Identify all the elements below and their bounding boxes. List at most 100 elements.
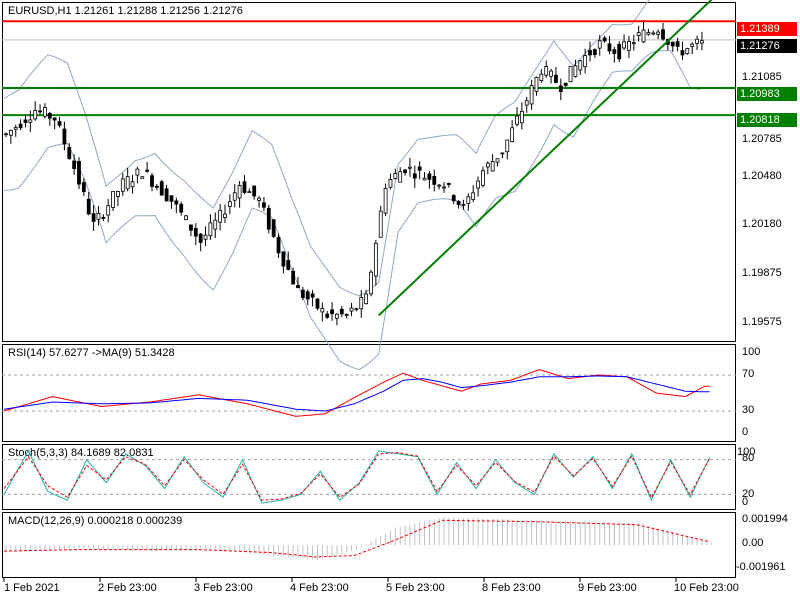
candle-body (422, 177, 427, 181)
candle-body (373, 242, 378, 277)
candle-body (154, 185, 159, 188)
candle-body (690, 43, 695, 47)
series-line-main (3, 449, 711, 504)
candle-body (223, 213, 227, 218)
time-axis-label: 8 Feb 23:00 (482, 582, 541, 594)
candle-body (335, 313, 339, 319)
candle-body (617, 43, 622, 60)
candle-body (485, 162, 490, 168)
candle-body (364, 293, 369, 305)
candle-body (286, 260, 291, 270)
candle-body (685, 48, 690, 54)
candle-body (291, 270, 296, 285)
candle-body (28, 119, 33, 123)
candle-body (315, 298, 320, 309)
price-axis-label: 1.19575 (742, 316, 782, 328)
current-price-tag: 1.21276 (737, 39, 797, 53)
candle-body (383, 187, 388, 214)
candle-body (495, 158, 500, 163)
candle-body (300, 289, 305, 299)
candle-body (252, 185, 257, 197)
candle-body (554, 74, 558, 83)
rsi-axis-label: 30 (742, 404, 755, 416)
candle-body (563, 82, 568, 86)
candle-body (408, 166, 412, 169)
time-axis-label: 1 Feb 2021 (4, 582, 60, 594)
candle-body (627, 41, 631, 51)
candle-body (18, 123, 23, 129)
candle-body (47, 112, 52, 119)
candle-body (476, 180, 480, 189)
candle-body (588, 50, 592, 56)
time-axis-label: 10 Feb 23:00 (674, 582, 739, 594)
time-axis-label: 5 Feb 23:00 (386, 582, 445, 594)
candle-body (393, 173, 398, 179)
candle-body (481, 170, 485, 186)
candle-body (524, 100, 529, 106)
stoch-axis-label: 0 (742, 496, 749, 508)
candle-body (57, 121, 62, 126)
price-axis-label: 1.21085 (742, 71, 782, 83)
candle-body (140, 176, 145, 179)
candle-body (339, 308, 344, 315)
candle-body (349, 307, 354, 312)
candle-body (91, 213, 96, 222)
candle-body (558, 85, 563, 93)
candle-body (505, 139, 510, 153)
price-axis-label: 1.20180 (742, 218, 782, 230)
candle-body (23, 119, 28, 123)
candle-body (631, 42, 636, 45)
candle-body (461, 203, 466, 206)
candle-body (344, 314, 349, 316)
candle-body (680, 50, 685, 56)
candle-body (700, 40, 704, 44)
candle-body (247, 191, 252, 194)
support-price-tag: 1.20818 (737, 113, 797, 127)
candle-body (607, 43, 612, 52)
candle-body (641, 29, 646, 43)
candle-body (510, 127, 515, 143)
candle-body (281, 251, 286, 267)
candle-body (573, 65, 578, 77)
candle-body (578, 60, 583, 71)
candle-body (4, 133, 8, 136)
candle-body (296, 284, 300, 289)
candle-body (597, 40, 602, 49)
candle-body (549, 70, 553, 77)
time-axis-label: 9 Feb 23:00 (578, 582, 637, 594)
candle-body (670, 41, 675, 47)
candle-body (135, 168, 140, 176)
candle-body (145, 169, 150, 172)
candle-body (77, 161, 81, 185)
candle-body (227, 201, 232, 207)
candle-body (490, 161, 495, 172)
candle-body (169, 195, 174, 202)
candle-body (354, 308, 359, 311)
candle-body (661, 29, 665, 40)
price-axis-label: 1.19875 (742, 267, 782, 279)
candle-body (52, 117, 57, 121)
candle-body (125, 176, 130, 190)
candle-body (72, 160, 77, 169)
candle-body (276, 237, 281, 254)
candle-body (174, 200, 179, 205)
candle-body (67, 147, 72, 160)
resistance-price-tag: 1.21389 (737, 22, 797, 36)
candle-body (519, 110, 524, 124)
candle-body (471, 192, 476, 200)
candle-body (534, 76, 539, 92)
candle-body (101, 216, 106, 219)
candle-body (451, 195, 456, 202)
price-axis-label: 1.20480 (742, 170, 782, 182)
candle-body (213, 219, 218, 230)
candle-body (179, 203, 184, 213)
candle-body (437, 184, 442, 187)
candle-body (442, 186, 446, 189)
candle-body (398, 171, 403, 183)
candle-body (612, 49, 617, 54)
macd-axis-label: 0.001994 (742, 513, 788, 525)
chart-window: EURUSD,H1 1.21261 1.21288 1.21256 1.2127… (0, 0, 800, 600)
candle-body (198, 233, 203, 243)
candle-body (62, 128, 67, 145)
candle-body (43, 107, 47, 117)
